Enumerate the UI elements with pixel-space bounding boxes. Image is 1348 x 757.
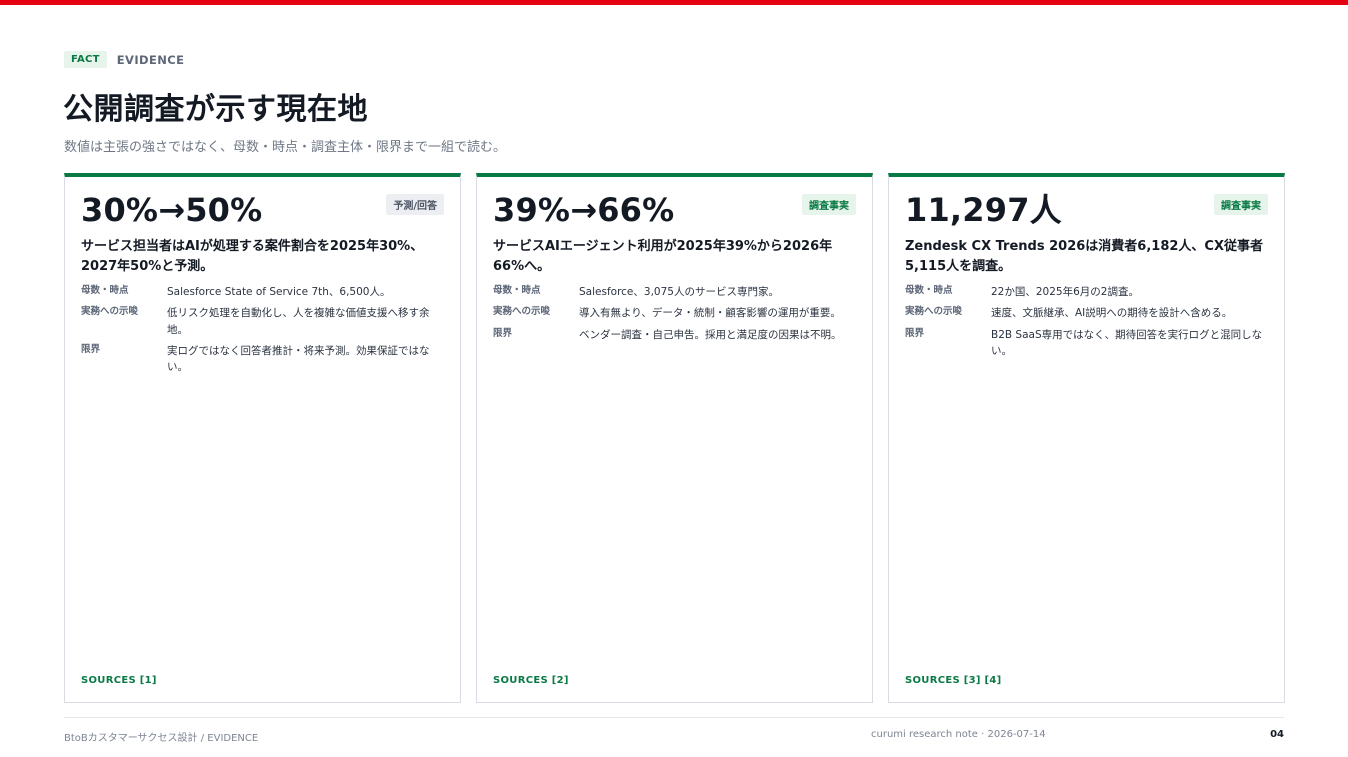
- detail-row: 実務への示唆 速度、文脈継承、AI説明への期待を設計へ含める。: [905, 305, 1268, 321]
- card-metric: 11,297人: [905, 191, 1062, 229]
- detail-value: Salesforce、3,075人のサービス専門家。: [579, 286, 779, 299]
- detail-row: 実務への示唆 低リスク処理を自動化し、人を複雑な価値支援へ移す余地。: [81, 305, 444, 338]
- card-metric: 39%→66%: [493, 191, 675, 229]
- detail-row: 限界 ベンダー調査・自己申告。採用と満足度の因果は不明。: [493, 327, 856, 343]
- detail-value: 速度、文脈継承、AI説明への期待を設計へ含める。: [991, 307, 1233, 320]
- detail-key: 限界: [81, 343, 101, 355]
- detail-key: 実務への示唆: [905, 306, 963, 318]
- card-details: 母数・時点 22か国、2025年6月の2調査。 実務への示唆 速度、文脈継承、A…: [905, 284, 1268, 359]
- detail-key: 母数・時点: [81, 285, 129, 297]
- sources-link[interactable]: SOURCES [2]: [493, 675, 569, 686]
- detail-row: 限界 B2B SaaS専用ではなく、期待回答を実行ログと混同しない。: [905, 327, 1268, 360]
- detail-row: 実務への示唆 導入有無より、データ・統制・顧客影響の運用が重要。: [493, 305, 856, 321]
- evidence-card-1: 30%→50% 予測/回答 サービス担当者はAIが処理する案件割合を2025年3…: [64, 173, 461, 703]
- detail-row: 母数・時点 Salesforce、3,075人のサービス専門家。: [493, 284, 856, 300]
- detail-key: 母数・時点: [905, 285, 953, 297]
- footer-divider: [64, 717, 1284, 718]
- card-details: 母数・時点 Salesforce、3,075人のサービス専門家。 実務への示唆 …: [493, 284, 856, 343]
- detail-key: 限界: [905, 327, 925, 339]
- detail-row: 母数・時点 22か国、2025年6月の2調査。: [905, 284, 1268, 300]
- detail-value: 22か国、2025年6月の2調査。: [991, 286, 1139, 299]
- card-tag: 調査事実: [802, 194, 856, 215]
- evidence-cards: 30%→50% 予測/回答 サービス担当者はAIが処理する案件割合を2025年3…: [64, 173, 1285, 703]
- slide: FACT EVIDENCE 公開調査が示す現在地 数値は主張の強さではなく、母数…: [0, 0, 1348, 757]
- card-metric: 30%→50%: [81, 191, 263, 229]
- detail-key: 母数・時点: [493, 285, 541, 297]
- detail-value: B2B SaaS専用ではなく、期待回答を実行ログと混同しない。: [991, 328, 1263, 357]
- detail-row: 限界 実ログではなく回答者推計・将来予測。効果保証ではない。: [81, 343, 444, 376]
- sources-link[interactable]: SOURCES [1]: [81, 675, 157, 686]
- card-details: 母数・時点 Salesforce State of Service 7th、6,…: [81, 284, 444, 375]
- detail-value: Salesforce State of Service 7th、6,500人。: [167, 286, 391, 299]
- fact-badge: FACT: [64, 51, 107, 68]
- card-headline: サービスAIエージェント利用が2025年39%から2026年66%へ。: [493, 239, 833, 274]
- detail-value: 低リスク処理を自動化し、人を複雑な価値支援へ移す余地。: [167, 307, 430, 336]
- detail-value: 導入有無より、データ・統制・顧客影響の運用が重要。: [579, 307, 841, 320]
- detail-key: 実務への示唆: [493, 306, 551, 318]
- detail-row: 母数・時点 Salesforce State of Service 7th、6,…: [81, 284, 444, 300]
- card-tag: 調査事実: [1214, 194, 1268, 215]
- detail-key: 限界: [493, 327, 513, 339]
- sources-link[interactable]: SOURCES [3] [4]: [905, 675, 1002, 686]
- detail-key: 実務への示唆: [81, 306, 139, 318]
- footer-deck-title: BtoBカスタマーサクセス設計 / EVIDENCE: [64, 733, 259, 744]
- detail-value: 実ログではなく回答者推計・将来予測。効果保証ではない。: [167, 344, 430, 374]
- top-accent-bar: [0, 0, 1348, 5]
- page-number: 04: [1270, 729, 1284, 740]
- card-headline: サービス担当者はAIが処理する案件割合を2025年30%、2027年50%と予測…: [81, 239, 424, 274]
- card-headline: Zendesk CX Trends 2026は消費者6,182人、CX従事者5,…: [905, 239, 1263, 274]
- eyebrow: FACT EVIDENCE: [64, 51, 184, 68]
- evidence-card-2: 39%→66% 調査事実 サービスAIエージェント利用が2025年39%から20…: [476, 173, 873, 703]
- page-title: 公開調査が示す現在地: [63, 92, 368, 127]
- card-tag: 予測/回答: [386, 194, 444, 215]
- evidence-card-3: 11,297人 調査事実 Zendesk CX Trends 2026は消費者6…: [888, 173, 1285, 703]
- section-label: EVIDENCE: [116, 52, 185, 67]
- footer-note: curumi research note · 2026-07-14: [871, 729, 1046, 740]
- detail-value: ベンダー調査・自己申告。採用と満足度の因果は不明。: [579, 328, 842, 341]
- page-subtitle: 数値は主張の強さではなく、母数・時点・調査主体・限界まで一組で読む。: [64, 140, 507, 155]
